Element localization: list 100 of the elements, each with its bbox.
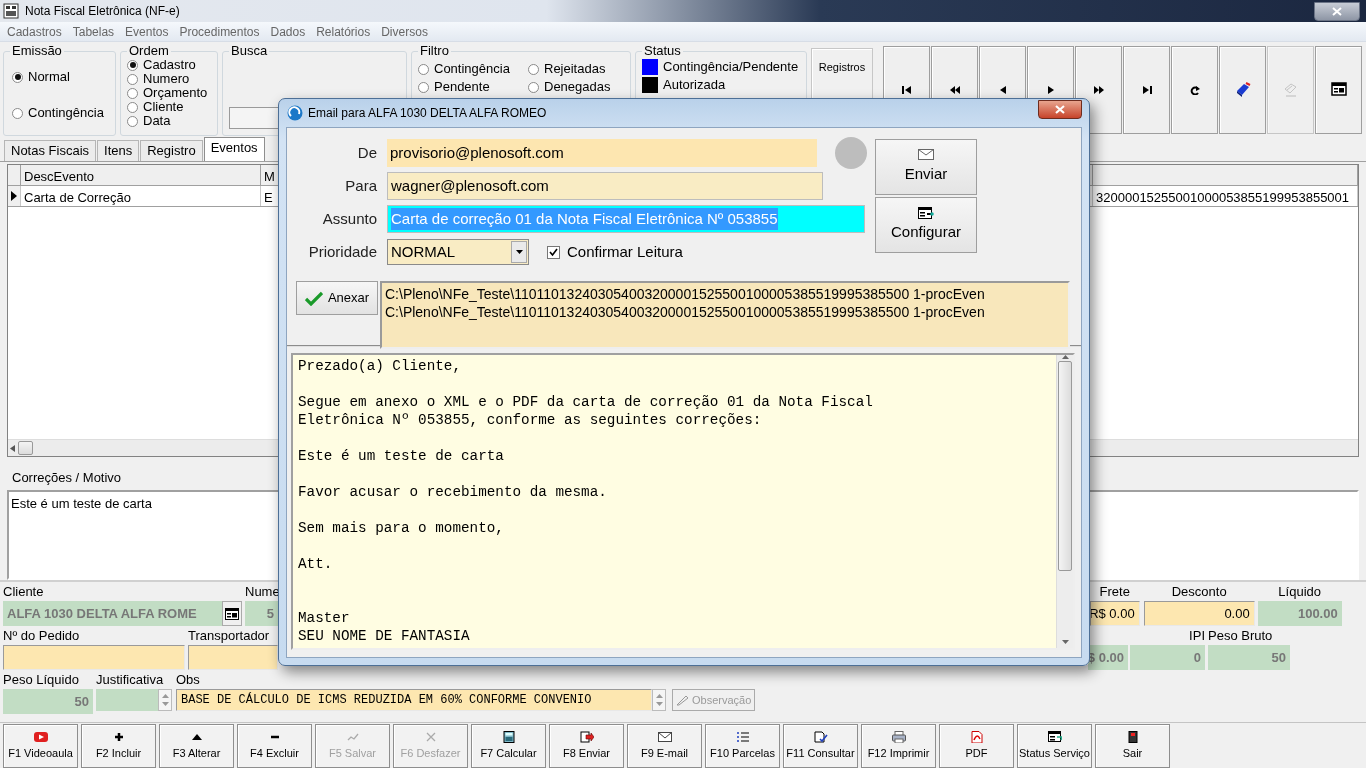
right-triangle-icon: [1045, 85, 1056, 95]
refresh-icon: [1189, 85, 1200, 95]
skip-start-icon: [901, 85, 912, 95]
field-label: Assunto: [321, 208, 377, 229]
field-label: Obs: [176, 672, 200, 687]
input-field[interactable]: [96, 689, 158, 711]
radio-option[interactable]: Data: [127, 114, 211, 128]
message-paragraph: Sem mais para o momento,: [298, 519, 505, 537]
close-icon: [1055, 104, 1065, 114]
vertical-scrollbar[interactable]: [1056, 355, 1073, 648]
close-icon: [1332, 6, 1342, 16]
tab[interactable]: Eventos: [203, 137, 265, 161]
radio-option[interactable]: Contingência: [12, 106, 109, 120]
field-label: Nº do Pedido: [3, 628, 80, 643]
last-button[interactable]: [1123, 46, 1170, 134]
message-paragraph: Favor acusar o recebimento da mesma.: [298, 483, 608, 501]
column-header[interactable]: [1093, 165, 1358, 185]
input-field[interactable]: [188, 645, 278, 670]
scroll-down-icon: [1061, 640, 1069, 644]
field-label: Líquido: [1278, 584, 1321, 599]
menu-item[interactable]: Diversos: [381, 22, 428, 41]
function-key-button[interactable]: F4 Excluir: [237, 724, 312, 768]
spin-arrows-icon: [655, 693, 663, 707]
menu-item[interactable]: Eventos: [125, 22, 169, 41]
menu-item[interactable]: Cadastros: [7, 22, 62, 41]
message-paragraph: Master SEU NOME DE FANTASIA: [298, 609, 471, 645]
bookmark-button[interactable]: [1219, 46, 1266, 134]
settings-icon: [918, 206, 934, 219]
field-label: Cliente: [3, 584, 44, 599]
message-box[interactable]: [291, 353, 1075, 650]
exit-icon: [1125, 730, 1140, 743]
radio-option[interactable]: Numero: [127, 72, 211, 86]
tab[interactable]: Notas Fiscais: [4, 140, 97, 161]
priority-dropdown[interactable]: NORMAL: [387, 239, 529, 265]
dialog-title: Email para ALFA 1030 DELTA ALFA ROMEO: [308, 105, 547, 122]
tab[interactable]: Registro: [140, 140, 203, 161]
send-button[interactable]: Enviar: [875, 139, 977, 195]
radio-option[interactable]: Rejeitadas: [528, 62, 628, 76]
function-key-button[interactable]: F3 Alterar: [159, 724, 234, 768]
form-button[interactable]: [1315, 46, 1362, 134]
menu-item[interactable]: Dados: [270, 22, 306, 41]
skip-end-icon: [1141, 85, 1152, 95]
input-field[interactable]: R$ 0.00: [1089, 601, 1140, 626]
attachment-list[interactable]: C:\Pleno\NFe_Teste\110110132403054003200001525500100005385519995385500 1-procEven C:\Pleno\NFe_Teste\110110132403054003200001525500100005385519995385500 1-procEven: [380, 281, 1070, 349]
calculator-icon: [501, 730, 516, 743]
configure-button[interactable]: Configurar: [875, 197, 977, 253]
field-label: Desconto: [1171, 584, 1227, 599]
menu-item[interactable]: Relatórios: [316, 22, 371, 41]
close-button[interactable]: [1038, 99, 1082, 119]
section-label: Correções / Motivo: [11, 468, 123, 487]
menu-item[interactable]: Procedimentos: [179, 22, 260, 41]
radio-option[interactable]: Orçamento: [127, 86, 211, 100]
function-key-button[interactable]: F2 Incluir: [81, 724, 156, 768]
refresh-button[interactable]: [1171, 46, 1218, 134]
function-key-button[interactable]: PDF: [939, 724, 1014, 768]
radio-option[interactable]: Normal: [12, 70, 109, 84]
input-field[interactable]: wagner@plenosoft.com: [387, 172, 823, 200]
input-field[interactable]: 0.00: [1143, 601, 1255, 626]
send-icon: [579, 730, 594, 743]
spin-button[interactable]: [158, 689, 172, 711]
group-label: Busca: [230, 44, 269, 58]
checkmark-icon: [549, 247, 558, 257]
radio-option[interactable]: Cliente: [127, 100, 211, 114]
radio-option[interactable]: Pendente: [418, 80, 528, 94]
checkbox[interactable]: Confirmar Leitura: [547, 240, 683, 264]
function-key-button[interactable]: F8 Enviar: [549, 724, 624, 768]
group-label: Filtro: [419, 44, 450, 58]
function-key-button[interactable]: F11 Consultar: [783, 724, 858, 768]
field-label: Transportador: [188, 628, 270, 643]
input-field[interactable]: [3, 645, 185, 670]
column-header[interactable]: DescEvento: [21, 165, 261, 185]
spin-button[interactable]: [652, 689, 666, 711]
attach-button[interactable]: Anexar: [296, 281, 378, 315]
function-key-button[interactable]: Sair: [1095, 724, 1170, 768]
app-icon: [287, 105, 303, 121]
menu-item[interactable]: Tabelas: [72, 22, 115, 41]
radio-option[interactable]: Cadastro: [127, 58, 211, 72]
function-key-button[interactable]: F10 Parcelas: [705, 724, 780, 768]
lookup-button[interactable]: [222, 601, 242, 626]
pdf-icon: [969, 730, 984, 743]
function-key-button[interactable]: F7 Calcular: [471, 724, 546, 768]
list-icon: [735, 730, 750, 743]
function-key-button[interactable]: Status Serviço: [1017, 724, 1092, 768]
close-button[interactable]: [1314, 1, 1360, 21]
table-cell: 32000015255001000053855199953855001: [1093, 186, 1358, 206]
tab[interactable]: Itens: [97, 140, 140, 161]
printer-icon: [891, 730, 906, 743]
field-label: Frete: [1099, 584, 1130, 599]
function-key-button[interactable]: F9 E-mail: [627, 724, 702, 768]
legend-label: Contingência/Pendente: [663, 60, 799, 74]
notes-field[interactable]: BASE DE CÁLCULO DE ICMS REDUZIDA EM 60% CONFORME CONVENIO: [176, 689, 652, 711]
function-key-button[interactable]: F1 Videoaula: [3, 724, 78, 768]
radio-option[interactable]: Denegadas: [528, 80, 628, 94]
radio-option[interactable]: Contingência: [418, 62, 528, 76]
video-icon: [33, 730, 48, 743]
function-key-button[interactable]: F12 Imprimir: [861, 724, 936, 768]
scroll-thumb[interactable]: [18, 441, 33, 455]
scroll-up-icon: [1061, 355, 1069, 359]
input-field[interactable]: provisorio@plenosoft.com: [387, 139, 817, 167]
status-indicator: [835, 137, 867, 169]
